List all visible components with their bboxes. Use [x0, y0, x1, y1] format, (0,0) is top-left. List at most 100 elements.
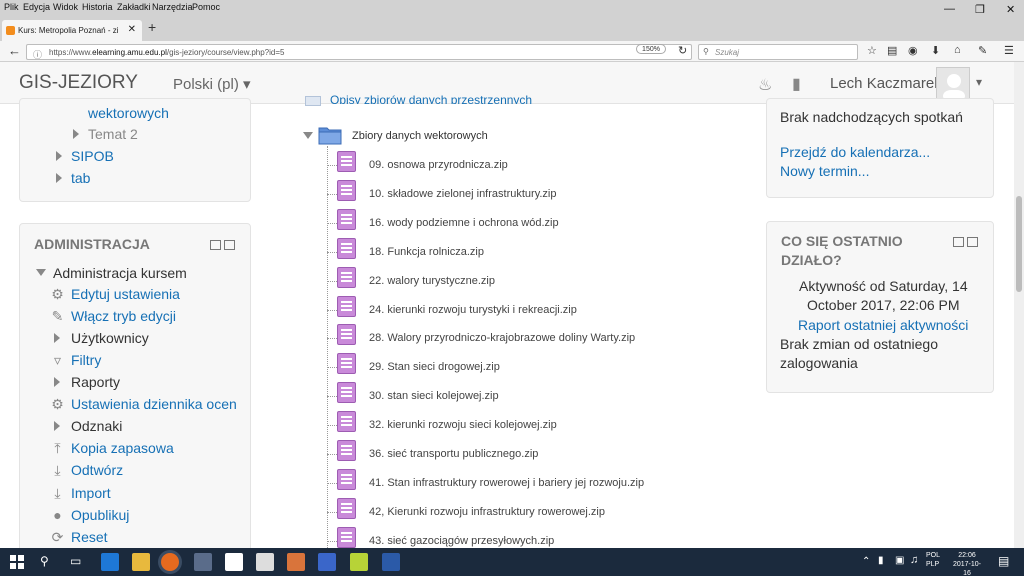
- nav-item-wektorowych[interactable]: wektorowych: [88, 105, 169, 121]
- admin-restore[interactable]: Odtwórz: [71, 462, 123, 478]
- menu-history[interactable]: Historia: [82, 2, 113, 12]
- qgis-icon[interactable]: [350, 553, 368, 571]
- file-link[interactable]: 28. Walory przyrodniczo-krajobrazowe dol…: [369, 332, 635, 344]
- admin-edit-settings[interactable]: Edytuj ustawienia: [71, 286, 180, 302]
- course-admin-label[interactable]: Administracja kursem: [53, 265, 187, 281]
- avatar[interactable]: [936, 67, 970, 102]
- file-link[interactable]: 42, Kierunki rozwoju infrastruktury rowe…: [369, 506, 605, 518]
- file-link[interactable]: 09. osnowa przyrodnicza.zip: [369, 159, 508, 171]
- dock-icon[interactable]: [210, 240, 221, 250]
- url-bar[interactable]: ⓘ https://www.elearning.amu.edu.pl/gis-j…: [26, 44, 692, 60]
- edge-icon[interactable]: [101, 553, 119, 571]
- close-window-icon[interactable]: ✕: [1006, 3, 1015, 16]
- clock[interactable]: 22:06 2017-10-16: [950, 551, 984, 578]
- restore-icon[interactable]: ❐: [975, 3, 985, 16]
- file-link[interactable]: 32. kierunki rozwoju sieci kolejowej.zip: [369, 419, 557, 431]
- info-icon[interactable]: ⓘ: [33, 48, 42, 61]
- browser-tab[interactable]: Kurs: Metropolia Poznań - zi ✕: [2, 20, 142, 41]
- site-name[interactable]: GIS-JEZIORY: [19, 72, 138, 94]
- zoom-indicator[interactable]: 150%: [636, 44, 666, 54]
- expand-arrow-icon[interactable]: [54, 421, 60, 431]
- go-to-calendar-link[interactable]: Przejdź do kalendarza...: [780, 144, 930, 160]
- menu-bookmarks[interactable]: Zakładki: [117, 2, 151, 12]
- pocket-icon[interactable]: ◉: [908, 44, 918, 57]
- file-link[interactable]: 30. stan sieci kolejowej.zip: [369, 390, 499, 402]
- admin-users[interactable]: Użytkownicy: [71, 330, 149, 346]
- folder-collapse-arrow-icon[interactable]: [303, 132, 313, 139]
- file-link[interactable]: 18. Funkcja rolnicza.zip: [369, 246, 484, 258]
- nav-item-sipob[interactable]: SIPOB: [71, 148, 114, 164]
- collapse-icon[interactable]: [224, 240, 235, 250]
- file-link[interactable]: 29. Stan sieci drogowej.zip: [369, 361, 500, 373]
- tray-chevron-icon[interactable]: ⌃: [862, 556, 870, 567]
- language-menu[interactable]: Polski (pl) ▾: [173, 75, 251, 93]
- store-icon[interactable]: [256, 553, 274, 571]
- menu-edit[interactable]: Edycja: [23, 2, 50, 12]
- file-link[interactable]: 41. Stan infrastruktury rowerowej i bari…: [369, 477, 644, 489]
- expand-arrow-icon[interactable]: [73, 129, 79, 139]
- menu-help[interactable]: Pomoc: [192, 2, 220, 12]
- menu-file[interactable]: Plik: [4, 2, 19, 12]
- extension-icon[interactable]: ✎: [978, 44, 987, 57]
- activity-report-link[interactable]: Raport ostatniej aktywności: [798, 317, 968, 333]
- partial-section-heading[interactable]: Opisy zbiorów danych przestrzennych: [330, 93, 532, 104]
- notification-bell-icon[interactable]: ♨: [758, 75, 772, 95]
- admin-reset[interactable]: Reset: [71, 529, 108, 545]
- scrollbar-thumb[interactable]: [1016, 196, 1022, 292]
- admin-import[interactable]: Import: [71, 485, 111, 501]
- user-name[interactable]: Lech Kaczmarek: [830, 75, 942, 92]
- folder-name[interactable]: Zbiory danych wektorowych: [352, 130, 488, 142]
- mail-icon[interactable]: [225, 553, 243, 571]
- close-tab-icon[interactable]: ✕: [128, 24, 136, 35]
- file-link[interactable]: 24. kierunki rozwoju turystyki i rekreac…: [369, 304, 577, 316]
- notifications-icon[interactable]: ▤: [998, 554, 1009, 568]
- battery-icon[interactable]: ▮: [878, 555, 884, 566]
- search-icon[interactable]: ⚲: [40, 554, 49, 568]
- volume-icon[interactable]: ♫: [910, 554, 918, 566]
- reload-icon[interactable]: ↻: [678, 44, 687, 57]
- menu-view[interactable]: Widok: [53, 2, 78, 12]
- admin-gradebook-settings[interactable]: Ustawienia dziennika ocen: [71, 396, 237, 412]
- page-scrollbar[interactable]: [1014, 62, 1024, 548]
- file-link[interactable]: 36. sieć transportu publicznego.zip: [369, 448, 538, 460]
- new-tab-icon[interactable]: +: [148, 19, 156, 35]
- file-explorer-icon[interactable]: [132, 553, 150, 571]
- menu-tools[interactable]: Narzędzia: [152, 2, 193, 12]
- collapse-arrow-icon[interactable]: [36, 269, 46, 276]
- new-event-link[interactable]: Nowy termin...: [780, 163, 869, 179]
- home-icon[interactable]: ⌂: [954, 44, 961, 56]
- expand-arrow-icon[interactable]: [56, 151, 62, 161]
- admin-reports[interactable]: Raporty: [71, 374, 120, 390]
- admin-edit-mode[interactable]: Włącz tryb edycji: [71, 308, 176, 324]
- file-link[interactable]: 16. wody podziemne i ochrona wód.zip: [369, 217, 559, 229]
- network-icon[interactable]: ▣: [895, 555, 904, 566]
- app-icon[interactable]: [194, 553, 212, 571]
- paint-icon[interactable]: [287, 553, 305, 571]
- admin-badges[interactable]: Odznaki: [71, 418, 122, 434]
- search-input[interactable]: ⚲ Szukaj: [698, 44, 858, 60]
- admin-backup[interactable]: Kopia zapasowa: [71, 440, 174, 456]
- expand-arrow-icon[interactable]: [56, 173, 62, 183]
- expand-arrow-icon[interactable]: [54, 333, 60, 343]
- language-indicator[interactable]: POL PLP: [926, 551, 940, 569]
- word-icon[interactable]: [382, 553, 400, 571]
- save-disk-icon[interactable]: [318, 553, 336, 571]
- file-link[interactable]: 22. walory turystyczne.zip: [369, 275, 495, 287]
- user-menu-chevron-icon[interactable]: ▾: [976, 75, 982, 89]
- download-arrow-icon[interactable]: ⬇: [931, 44, 940, 57]
- admin-publish[interactable]: Opublikuj: [71, 507, 129, 523]
- admin-filters[interactable]: Filtry: [71, 352, 101, 368]
- nav-item-temat-2[interactable]: Temat 2: [88, 126, 138, 142]
- minimize-icon[interactable]: —: [944, 3, 955, 15]
- task-view-icon[interactable]: ▭: [70, 554, 81, 568]
- collapse-icon[interactable]: [967, 237, 978, 247]
- file-link[interactable]: 10. składowe zielonej infrastruktury.zip: [369, 188, 557, 200]
- bookmark-star-icon[interactable]: ☆: [867, 44, 877, 57]
- messages-icon[interactable]: ▮: [792, 74, 801, 94]
- hamburger-menu-icon[interactable]: ☰: [1004, 44, 1014, 57]
- firefox-icon[interactable]: [161, 553, 179, 571]
- file-link[interactable]: 43. sieć gazociągów przesyłowych.zip: [369, 535, 554, 547]
- windows-start-icon[interactable]: [10, 555, 24, 569]
- back-icon[interactable]: ←: [8, 43, 21, 58]
- library-icon[interactable]: ▤: [887, 44, 897, 57]
